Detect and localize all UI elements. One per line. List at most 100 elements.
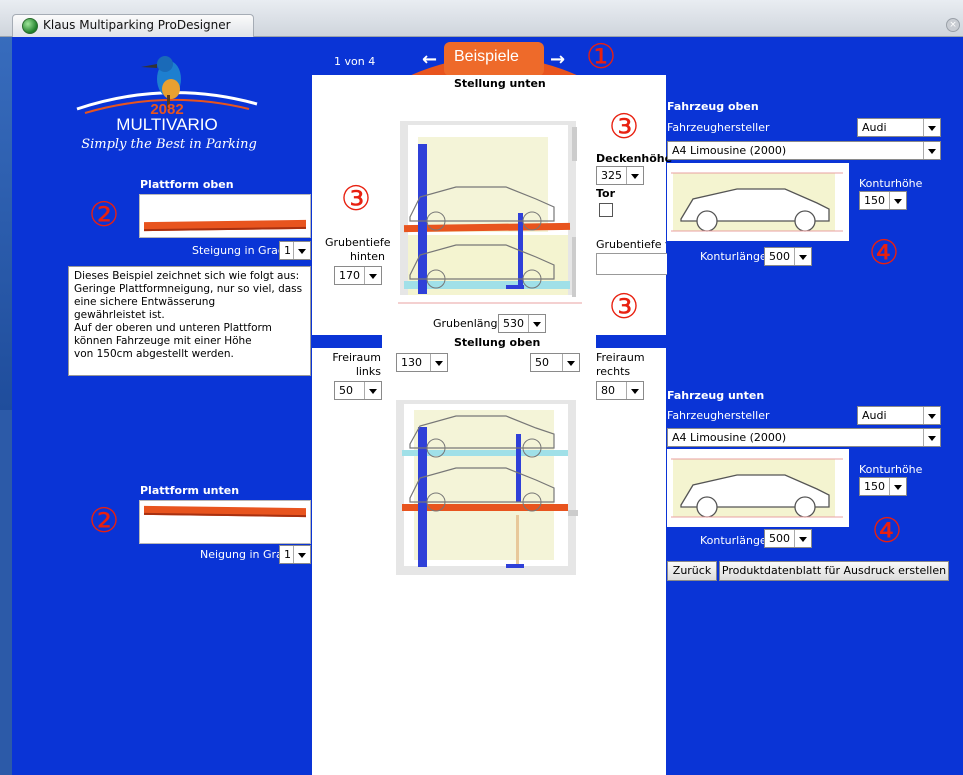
vehicle-bottom-maker-select[interactable]: Audi [857,406,941,425]
grubentiefe-hinten-select[interactable]: 170 [334,266,382,285]
chevron-down-icon [528,315,545,332]
chevron-down-icon [626,167,643,184]
vehicle-top-maker-select[interactable]: Audi [857,118,941,137]
close-icon[interactable]: × [946,18,960,32]
vehicle-bottom-kontur-laenge-select[interactable]: 500 [764,529,812,548]
vehicle-top-preview [667,163,849,241]
stellung-oben-title: Stellung oben [454,336,541,349]
vehicle-top-kontur-laenge-select[interactable]: 500 [764,247,812,266]
vehicle-bottom-kontur-laenge-value: 500 [769,532,790,545]
logo: 2082 MULTIVARIO Simply the Best in Parki… [67,49,267,159]
deckenhoehe-label: Deckenhöhe [596,152,673,165]
examples-nav: ← Beispiele → [404,42,584,76]
vehicle-bottom-maker-label: Fahrzeughersteller [667,409,770,422]
garage-diagram-upper [396,400,578,575]
marker-3-bottom-right: ③ [608,287,640,327]
vehicle-top-maker-value: Audi [862,121,887,134]
window-titlebar: Klaus Multiparking ProDesigner × [0,0,963,37]
vehicle-bottom-kontur-hoehe-value: 150 [864,480,885,493]
vehicle-top-kontur-hoehe-select[interactable]: 150 [859,191,907,210]
gap-right-select[interactable]: 50 [530,353,580,372]
vehicle-bottom-preview [667,449,849,527]
grubentiefe-hinten-label: Grubentiefe hinten [325,236,391,263]
platform-top-slope-value: 1 [284,244,291,257]
car-icon [671,172,843,232]
chevron-down-icon [923,119,940,136]
vehicle-top-kontur-laenge-label: Konturlänge [700,250,767,263]
chevron-down-icon [794,530,811,547]
marker-1: ① [585,37,617,77]
marker-3-top-right: ③ [608,107,640,147]
chevron-down-icon [293,546,310,563]
grubenlaenge-label: Grubenlänge [433,317,505,330]
platform-top-slope-label: Steigung in Grad [192,244,285,257]
freiraum-links-select[interactable]: 50 [334,381,382,400]
freiraum-rechts-label: Freiraum rechts [596,351,645,378]
vehicle-top-model-value: A4 Limousine (2000) [672,144,787,157]
vehicle-bottom-kontur-hoehe-label: Konturhöhe [859,463,923,476]
vehicle-bottom-kontur-hoehe-select[interactable]: 150 [859,477,907,496]
grubentiefe-vorne-label: Grubentiefe vo [596,238,666,251]
marker-2-top: ② [88,195,120,235]
prev-button[interactable]: ← [422,49,437,70]
chevron-down-icon [364,382,381,399]
gap-right-value: 50 [535,356,549,369]
platform-bottom-slope-value: 1 [284,548,291,561]
print-datasheet-button[interactable]: Produktdatenblatt für Ausdruck erstellen [719,561,949,581]
grubentiefe-vorne-input[interactable] [596,253,667,275]
platform-top-title: Plattform oben [140,178,234,191]
vehicle-top-maker-label: Fahrzeughersteller [667,121,770,134]
freiraum-rechts-select[interactable]: 80 [596,381,644,400]
logo-name: MULTIVARIO [116,115,218,134]
grubenlaenge-value: 530 [503,317,524,330]
logo-tagline: Simply the Best in Parking [81,137,257,152]
back-button[interactable]: Zurück [667,561,717,581]
tor-label: Tor [596,187,616,200]
marker-3-left: ③ [340,179,372,219]
gap-left-value: 130 [401,356,422,369]
vehicle-bottom-model-value: A4 Limousine (2000) [672,431,787,444]
deckenhoehe-select[interactable]: 325 [596,166,644,185]
marker-4-top: ④ [868,233,900,273]
chevron-down-icon [794,248,811,265]
chevron-down-icon [923,429,940,446]
examples-label: Beispiele [454,48,519,65]
chevron-down-icon [293,242,310,259]
stellung-unten-title: Stellung unten [454,77,546,90]
next-button[interactable]: → [550,49,565,70]
description-text: Dieses Beispiel zeichnet sich wie folgt … [74,270,303,360]
tor-checkbox[interactable] [599,203,613,217]
deckenhoehe-value: 325 [601,169,622,182]
grubentiefe-hinten-value: 170 [339,269,360,282]
freiraum-links-label: Freiraum links [332,351,381,378]
vehicle-top-kontur-hoehe-label: Konturhöhe [859,177,923,190]
garage-diagram-lower [398,121,582,304]
chevron-down-icon [889,478,906,495]
platform-bottom-ramp [144,505,306,518]
platform-bottom-slope-select[interactable]: 1 [279,545,311,564]
vehicle-top-kontur-hoehe-value: 150 [864,194,885,207]
chevron-down-icon [626,382,643,399]
grubenlaenge-select[interactable]: 530 [498,314,546,333]
platform-top-slope-select[interactable]: 1 [279,241,311,260]
marker-4-bottom: ④ [871,511,903,551]
platform-top-preview [139,194,311,238]
vehicle-top-title: Fahrzeug oben [667,100,759,113]
freiraum-links-value: 50 [339,384,353,397]
globe-icon [22,18,38,34]
car-icon [671,458,843,518]
vehicle-top-model-select[interactable]: A4 Limousine (2000) [667,141,941,160]
vehicle-top-kontur-laenge-value: 500 [769,250,790,263]
chevron-down-icon [923,407,940,424]
vehicle-bottom-kontur-laenge-label: Konturlänge [700,534,767,547]
platform-bottom-slope-label: Neigung in Grad [200,548,290,561]
chevron-down-icon [923,142,940,159]
platform-top-ramp [144,219,306,232]
platform-bottom-title: Plattform unten [140,484,240,497]
marker-2-bottom: ② [88,501,120,541]
gap-left-select[interactable]: 130 [396,353,448,372]
vehicle-bottom-model-select[interactable]: A4 Limousine (2000) [667,428,941,447]
vehicle-bottom-maker-value: Audi [862,409,887,422]
page-counter: 1 von 4 [334,55,376,68]
description-box: Dieses Beispiel zeichnet sich wie folgt … [68,266,311,376]
